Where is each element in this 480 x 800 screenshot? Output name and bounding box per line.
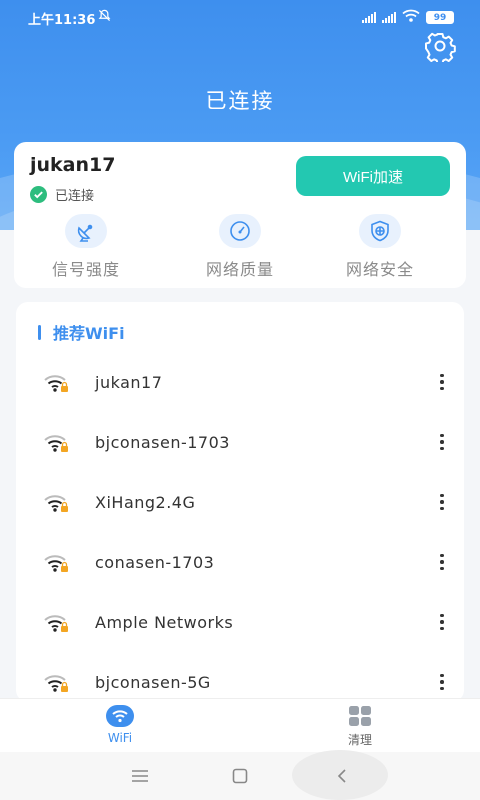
feature-network-quality[interactable]: 网络质量 <box>180 214 300 280</box>
status-bar: 上午11:36 99 <box>0 0 480 34</box>
wifi-icon <box>106 705 134 727</box>
page-title: 已连接 <box>205 89 275 113</box>
current-connection-card: jukan17 已连接 WiFi加速 信号强度 网络质量 网络安全 <box>14 142 466 288</box>
wifi-locked-icon <box>42 552 70 574</box>
wifi-network-row[interactable]: jukan17 <box>16 352 464 412</box>
wifi-accelerate-button[interactable]: WiFi加速 <box>296 156 450 196</box>
network-name: conasen-1703 <box>95 552 215 572</box>
home-icon[interactable] <box>228 764 252 788</box>
feature-label: 网络安全 <box>345 260 414 279</box>
cell-signal-icon <box>382 12 396 23</box>
network-name: Ample Networks <box>95 612 234 632</box>
check-icon <box>30 186 47 203</box>
wifi-network-row[interactable]: conasen-1703 <box>16 532 464 592</box>
more-options-icon[interactable] <box>434 370 450 394</box>
wifi-locked-icon <box>42 372 70 394</box>
status-time: 上午11:36 <box>28 13 96 28</box>
wifi-locked-icon <box>42 492 70 514</box>
system-nav-bar <box>0 750 480 800</box>
more-options-icon[interactable] <box>434 490 450 514</box>
back-icon[interactable] <box>330 764 354 788</box>
network-name: XiHang2.4G <box>95 492 196 512</box>
section-title: 推荐WiFi <box>53 324 125 343</box>
tab-wifi[interactable]: WiFi <box>80 705 160 745</box>
more-options-icon[interactable] <box>434 550 450 574</box>
shield-icon <box>359 214 401 248</box>
wifi-network-row[interactable]: Ample Networks <box>16 592 464 652</box>
settings-gear-icon[interactable] <box>424 30 456 65</box>
connection-status-label: 已连接 <box>55 189 95 204</box>
more-options-icon[interactable] <box>434 670 450 694</box>
cell-signal-icon <box>362 12 376 23</box>
network-name: bjconasen-1703 <box>95 432 230 452</box>
feature-network-security[interactable]: 网络安全 <box>320 214 440 280</box>
battery-icon: 99 <box>426 11 454 24</box>
section-accent-bar <box>38 324 41 340</box>
wifi-network-row[interactable]: bjconasen-1703 <box>16 412 464 472</box>
wifi-locked-icon <box>42 672 70 694</box>
network-name: bjconasen-5G <box>95 672 211 692</box>
wifi-locked-icon <box>42 612 70 634</box>
wifi-locked-icon <box>42 432 70 454</box>
bottom-tab-bar: WiFi 清理 <box>0 698 480 752</box>
wifi-network-row[interactable]: XiHang2.4G <box>16 472 464 532</box>
wifi-network-row[interactable]: bjconasen-5G <box>16 652 464 702</box>
more-options-icon[interactable] <box>434 610 450 634</box>
speedometer-icon <box>219 214 261 248</box>
network-name: jukan17 <box>95 372 163 392</box>
connected-ssid: jukan17 <box>30 154 116 176</box>
tab-label: WiFi <box>107 731 133 745</box>
feature-label: 信号强度 <box>51 260 120 279</box>
wifi-status-icon <box>402 9 420 26</box>
mute-bell-icon <box>98 9 111 25</box>
more-options-icon[interactable] <box>434 430 450 454</box>
tab-label: 清理 <box>347 733 372 747</box>
feature-label: 网络质量 <box>205 260 274 279</box>
connection-status: 已连接 <box>30 185 94 204</box>
menu-icon[interactable] <box>128 764 152 788</box>
recommended-wifi-list: 推荐WiFi jukan17 bjconasen-1703 XiHang2.4G co… <box>16 302 464 702</box>
feature-signal-strength[interactable]: 信号强度 <box>26 214 146 280</box>
section-header: 推荐WiFi <box>38 320 125 344</box>
tab-clean[interactable]: 清理 <box>320 705 400 748</box>
grid-icon <box>346 705 374 727</box>
satellite-dish-icon <box>65 214 107 248</box>
status-icons: 99 <box>362 9 454 26</box>
